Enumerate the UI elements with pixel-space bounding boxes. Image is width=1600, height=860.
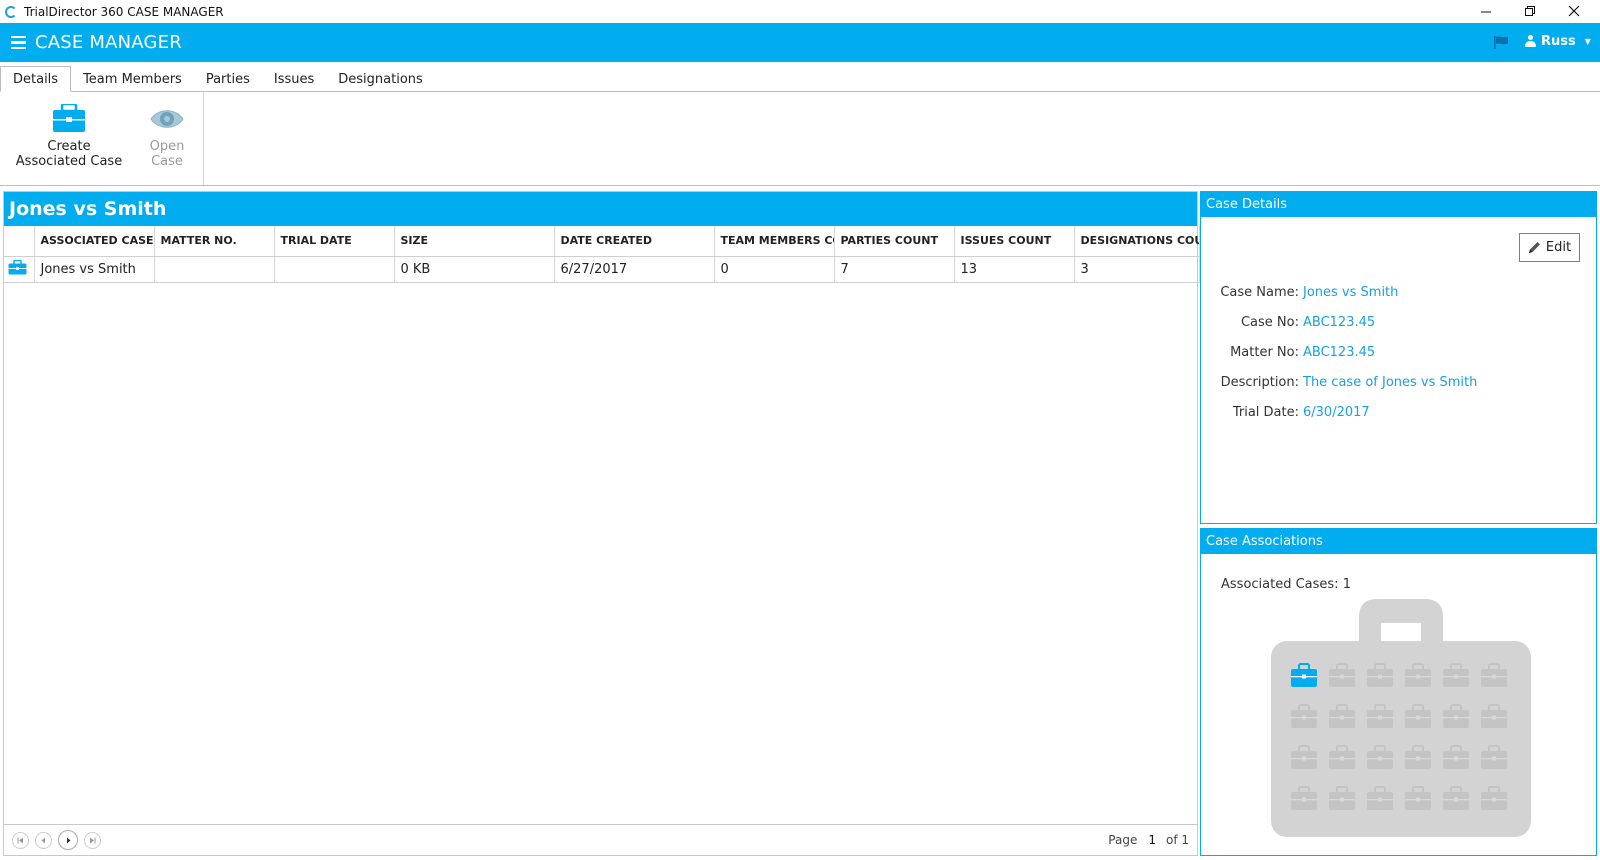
tab-issues[interactable]: Issues — [262, 66, 326, 92]
ribbon-toolbar: Create Associated Case Open Case — [0, 91, 1600, 186]
pencil-icon — [1528, 242, 1540, 253]
user-name: Russ — [1541, 34, 1576, 49]
cell-matter-no — [154, 256, 275, 283]
associated-cases-count: Associated Cases: 1 — [1221, 577, 1351, 592]
field-case-name: Case Name: Jones vs Smith — [1201, 285, 1598, 300]
open-label-line1: Open — [149, 139, 185, 154]
first-page-button[interactable] — [12, 831, 29, 849]
restore-icon — [1524, 5, 1535, 16]
column-header-date-created[interactable]: DATE CREATED — [554, 226, 715, 257]
page-label: Page — [1108, 833, 1138, 847]
user-icon — [1525, 35, 1536, 48]
column-header-designations-count[interactable]: DESIGNATIONS COUN — [1074, 226, 1200, 257]
column-header-parties-count[interactable]: PARTIES COUNT — [834, 226, 955, 257]
case-associations-briefcase-graphic — [1271, 599, 1531, 837]
open-label-line2: Case — [151, 154, 183, 169]
case-title: Jones vs Smith — [4, 192, 1197, 226]
field-value: The case of Jones vs Smith — [1303, 375, 1478, 390]
window-title: TrialDirector 360 CASE MANAGER — [24, 4, 224, 19]
cell-parties-count: 7 — [834, 256, 955, 283]
eye-icon — [150, 110, 184, 128]
field-matter-no: Matter No: ABC123.45 — [1201, 345, 1598, 360]
create-associated-case-button[interactable]: Create Associated Case — [14, 104, 124, 169]
tab-designations[interactable]: Designations — [326, 66, 435, 92]
field-trial-date: Trial Date: 6/30/2017 — [1201, 405, 1598, 420]
pager: Page 1 of 1 — [4, 824, 1197, 855]
cell-team-members-count: 0 — [714, 256, 835, 283]
field-label: Description: — [1220, 375, 1299, 390]
app-header: CASE MANAGER Russ ▼ — [0, 23, 1600, 62]
tab-parties[interactable]: Parties — [194, 66, 262, 92]
open-case-button[interactable]: Open Case — [112, 104, 222, 169]
field-value: ABC123.45 — [1303, 315, 1376, 330]
field-case-no: Case No: ABC123.45 — [1201, 315, 1598, 330]
app-logo-icon — [5, 5, 17, 18]
first-page-icon — [17, 837, 23, 843]
edit-label: Edit — [1545, 240, 1572, 255]
last-page-icon — [90, 837, 96, 843]
cell-size: 0 KB — [394, 256, 555, 283]
row-icon-cell — [4, 256, 35, 283]
page-info: Page 1 of 1 — [1108, 833, 1189, 847]
column-header-trial-date[interactable]: TRIAL DATE — [274, 226, 395, 257]
close-button[interactable] — [1552, 0, 1596, 22]
table-row[interactable]: Jones vs Smith 0 KB 6/27/2017 0 7 13 3 — [4, 256, 1200, 283]
tab-bar: Details Team Members Parties Issues Desi… — [0, 66, 435, 92]
field-label: Case Name: — [1220, 285, 1299, 300]
field-label: Matter No: — [1230, 345, 1299, 360]
field-value: Jones vs Smith — [1303, 285, 1399, 300]
field-value: 6/30/2017 — [1303, 405, 1370, 420]
previous-page-button[interactable] — [35, 831, 52, 849]
cell-trial-date — [274, 256, 395, 283]
briefcase-icon — [8, 259, 27, 274]
create-label-line2: Associated Case — [15, 154, 123, 169]
cell-issues-count: 13 — [954, 256, 1075, 283]
case-details-panel: Case Details Edit Case Name: Jones vs Sm… — [1200, 191, 1597, 524]
page-total: of 1 — [1165, 833, 1189, 847]
cell-date-created: 6/27/2017 — [554, 256, 715, 283]
create-label-line1: Create — [47, 139, 91, 154]
flag-icon[interactable] — [1494, 36, 1509, 49]
field-label: Trial Date: — [1232, 405, 1299, 420]
next-page-button[interactable] — [58, 830, 78, 850]
column-header-issues-count[interactable]: ISSUES COUNT — [954, 226, 1075, 257]
cell-associated-case: Jones vs Smith — [34, 256, 155, 283]
field-value: ABC123.45 — [1303, 345, 1376, 360]
table-header-row: ASSOCIATED CASE MATTER NO. TRIAL DATE SI… — [4, 226, 1200, 257]
column-header-icon — [4, 226, 35, 257]
next-page-icon — [66, 837, 70, 843]
associated-cases-panel: Jones vs Smith ASSOCIATED CASE MATTER NO… — [3, 191, 1200, 856]
associated-cases-table: ASSOCIATED CASE MATTER NO. TRIAL DATE SI… — [4, 226, 1200, 283]
ribbon-group: Create Associated Case Open Case — [0, 92, 204, 185]
app-title: CASE MANAGER — [35, 32, 182, 53]
case-details-header: Case Details — [1201, 192, 1596, 217]
user-menu[interactable]: Russ ▼ — [1525, 34, 1591, 49]
column-header-matter-no[interactable]: MATTER NO. — [154, 226, 275, 257]
last-page-button[interactable] — [84, 831, 101, 849]
field-label: Case No: — [1240, 315, 1299, 330]
restore-button[interactable] — [1508, 0, 1552, 22]
cell-designations-count: 3 — [1074, 256, 1200, 283]
tab-details[interactable]: Details — [0, 66, 72, 92]
column-header-associated-case[interactable]: ASSOCIATED CASE — [34, 226, 155, 257]
window-titlebar: TrialDirector 360 CASE MANAGER — [0, 0, 1600, 23]
tab-team-members[interactable]: Team Members — [71, 66, 194, 92]
field-description: Description: The case of Jones vs Smith — [1201, 375, 1598, 390]
close-icon — [1568, 5, 1580, 17]
minimize-button[interactable] — [1464, 0, 1508, 22]
case-associations-header: Case Associations — [1201, 529, 1596, 554]
chevron-down-icon: ▼ — [1584, 37, 1591, 46]
column-header-size[interactable]: SIZE — [394, 226, 555, 257]
hamburger-menu-icon[interactable] — [11, 35, 26, 50]
column-header-team-members-count[interactable]: TEAM MEMBERS COU — [714, 226, 835, 257]
briefcase-icon — [53, 104, 85, 132]
previous-page-icon — [41, 837, 45, 843]
page-number[interactable]: 1 — [1148, 833, 1156, 847]
case-associations-panel: Case Associations Associated Cases: 1 — [1200, 528, 1597, 856]
edit-button[interactable]: Edit — [1519, 233, 1580, 262]
minimize-icon — [1480, 11, 1491, 12]
